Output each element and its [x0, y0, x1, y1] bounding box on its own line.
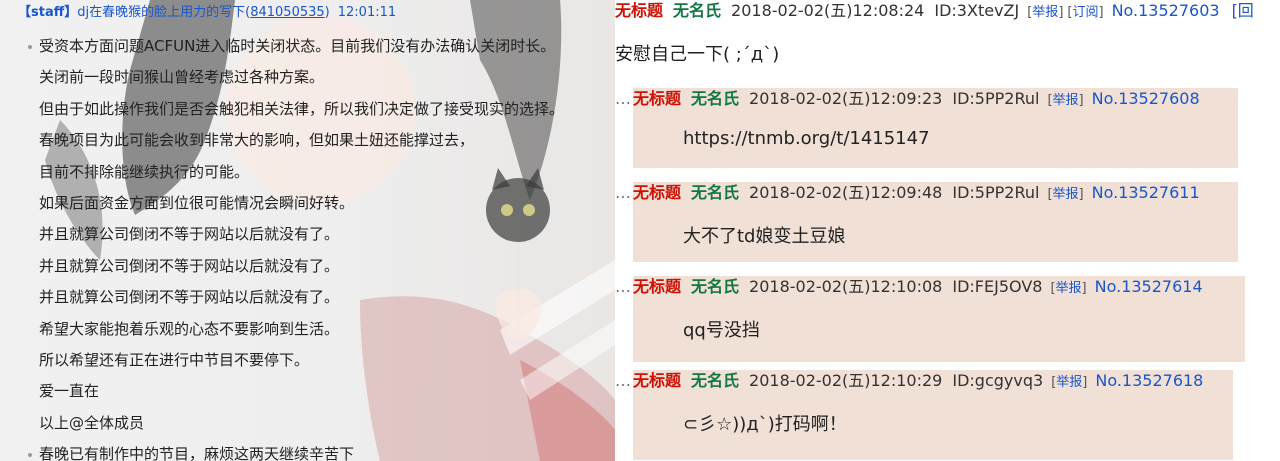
- reply-report-link[interactable]: 举报: [1056, 375, 1082, 390]
- thread-title: 无标题: [615, 1, 664, 20]
- reply-poster-id: ID:5PP2Rul: [952, 89, 1040, 108]
- announcement-line: 并且就算公司倒闭不等于网站以后就没有了。: [0, 251, 564, 282]
- announcement-line: 爱一直在: [0, 376, 564, 407]
- thread-reply-link[interactable]: [回: [1232, 1, 1254, 20]
- reply-post: 无标题 无名氏 2018-02-02(五)12:09:23 ID:5PP2Rul [举报…: [633, 88, 1238, 168]
- announcement-line: 以上@全体成员: [0, 408, 564, 439]
- reply-poster-id: ID:gcgyvq3: [952, 371, 1044, 390]
- announcement-line: 春晚项目为此可能会收到非常大的影响，但如果土妞还能撑过去，: [0, 125, 564, 156]
- reply-title: 无标题: [633, 277, 682, 296]
- announcement-line: 关闭前一段时间猴山曾经考虑过各种方案。: [0, 62, 564, 93]
- announcement-line-text: 所以希望还有正在进行中节目不要停下。: [39, 350, 310, 369]
- reply-header: 无标题 无名氏 2018-02-02(五)12:09:48 ID:5PP2Rul [举报…: [633, 183, 1200, 202]
- thread-header: 无标题 无名氏 2018-02-02(五)12:08:24 ID:3XtevZJ [举报…: [615, 1, 1254, 20]
- announcement-line-text: 但由于如此操作我们是否会触犯相关法律，所以我们决定做了接受现实的选择。: [39, 99, 565, 118]
- reply-body: https://tnmb.org/t/1415147: [683, 128, 930, 149]
- reply-datetime: 2018-02-02(五)12:09:23: [749, 89, 943, 108]
- thread-report-link[interactable]: 举报: [1032, 5, 1058, 20]
- announcement-title: dj在春晚猴的脸上用力的写下: [77, 5, 246, 20]
- announcement-line-text: 并且就算公司倒闭不等于网站以后就没有了。: [39, 288, 340, 307]
- announcement-line: 受资本方面问题ACFUN进入临时关闭状态。目前我们没有办法确认关闭时长。: [0, 31, 564, 62]
- reply-poster-id: ID:5PP2Rul: [952, 183, 1040, 202]
- announcement-time: 12:01:11: [337, 5, 397, 20]
- announcement-line: 春晚已有制作中的节目，麻烦这两天继续辛苦下: [0, 439, 564, 461]
- thread-number[interactable]: No.13527603: [1112, 1, 1220, 20]
- reply-number[interactable]: No.13527614: [1095, 277, 1203, 296]
- announcement-line: 希望大家能抱着乐观的心态不要影响到生活。: [0, 314, 564, 345]
- reply-post: 无标题 无名氏 2018-02-02(五)12:10:08 ID:FEJ5OV8 [举报…: [633, 276, 1245, 362]
- announcement-tag: 【staff】: [18, 5, 78, 20]
- announcement-line: 并且就算公司倒闭不等于网站以后就没有了。: [0, 282, 564, 313]
- announcement-line-text: 受资本方面问题ACFUN进入临时关闭状态。目前我们没有办法确认关闭时长。: [39, 37, 556, 55]
- reply-poster-name: 无名氏: [691, 183, 740, 202]
- announcement-line-text: 春晚项目为此可能会收到非常大的影响，但如果土妞还能撑过去，: [39, 131, 475, 150]
- reply-datetime: 2018-02-02(五)12:10:29: [749, 371, 943, 390]
- announcement-content: 【staff】dj在春晚猴的脸上用力的写下(841050535) 12:01:11…: [0, 0, 615, 461]
- announcement-line-text: 目前不排除能继续执行的可能。: [39, 162, 250, 181]
- reply-post: 无标题 无名氏 2018-02-02(五)12:10:29 ID:gcgyvq3 [举报…: [633, 370, 1233, 460]
- thread-body: 安慰自己一下( ;´д`): [615, 44, 780, 65]
- reply-report-link[interactable]: 举报: [1056, 281, 1082, 296]
- announcement-line-text: 如果后面资金方面到位很可能情况会瞬间好转。: [39, 193, 355, 212]
- announcement-line-text: 关闭前一段时间猴山曾经考虑过各种方案。: [39, 68, 325, 87]
- announcement-lines: 受资本方面问题ACFUN进入临时关闭状态。目前我们没有办法确认关闭时长。 关闭前一…: [0, 31, 564, 461]
- announcement-line: 所以希望还有正在进行中节目不要停下。: [0, 345, 564, 376]
- reply-poster-name: 无名氏: [691, 277, 740, 296]
- reply-poster-id: ID:FEJ5OV8: [952, 277, 1043, 296]
- reply-number[interactable]: No.13527611: [1092, 183, 1200, 202]
- reply-arrow-icon: …: [615, 89, 631, 108]
- announcement-panel: 【staff】dj在春晚猴的脸上用力的写下(841050535) 12:01:11…: [0, 0, 615, 461]
- announcement-qq-link[interactable]: 841050535: [250, 5, 324, 20]
- reply-number[interactable]: No.13527618: [1095, 371, 1203, 390]
- reply-report-link[interactable]: 举报: [1053, 187, 1079, 202]
- reply-body: qq号没挡: [683, 320, 760, 341]
- announcement-line-text: 爱一直在: [39, 382, 100, 401]
- reply-number[interactable]: No.13527608: [1092, 89, 1200, 108]
- announcement-line-text: 并且就算公司倒闭不等于网站以后就没有了。: [39, 256, 340, 275]
- announcement-line: 并且就算公司倒闭不等于网站以后就没有了。: [0, 219, 564, 250]
- bullet-dot-icon: [28, 453, 32, 458]
- thread-poster-name: 无名氏: [673, 1, 722, 20]
- reply-arrow-icon: …: [615, 277, 631, 296]
- reply-arrow-icon: …: [615, 371, 631, 390]
- bullet-dot-icon: [28, 45, 32, 49]
- announcement-line-text: 并且就算公司倒闭不等于网站以后就没有了。: [39, 225, 340, 244]
- reply-report-link[interactable]: 举报: [1053, 93, 1079, 108]
- announcement-line: 如果后面资金方面到位很可能情况会瞬间好转。: [0, 188, 564, 219]
- thread-subscribe-link[interactable]: 订阅: [1072, 5, 1098, 20]
- reply-post: 无标题 无名氏 2018-02-02(五)12:09:48 ID:5PP2Rul [举报…: [633, 182, 1238, 262]
- announcement-line-text: 春晚已有制作中的节目，麻烦这两天继续辛苦下: [39, 445, 355, 461]
- reply-header: 无标题 无名氏 2018-02-02(五)12:10:08 ID:FEJ5OV8 [举报…: [633, 277, 1203, 296]
- reply-poster-name: 无名氏: [691, 89, 740, 108]
- reply-datetime: 2018-02-02(五)12:09:48: [749, 183, 943, 202]
- announcement-header: 【staff】dj在春晚猴的脸上用力的写下(841050535) 12:01:11: [18, 5, 397, 20]
- reply-title: 无标题: [633, 89, 682, 108]
- thread-poster-id: ID:3XtevZJ: [934, 1, 1020, 20]
- announcement-line: 但由于如此操作我们是否会触犯相关法律，所以我们决定做了接受现实的选择。: [0, 94, 564, 125]
- reply-body: ⊂彡☆))д`)打码啊！: [683, 414, 847, 435]
- reply-header: 无标题 无名氏 2018-02-02(五)12:09:23 ID:5PP2Rul [举报…: [633, 89, 1200, 108]
- announcement-line-text: 希望大家能抱着乐观的心态不要影响到生活。: [39, 319, 340, 338]
- announcement-line-text: 以上@全体成员: [39, 413, 145, 432]
- thread-panel: 无标题 无名氏 2018-02-02(五)12:08:24 ID:3XtevZJ [举报…: [615, 0, 1280, 461]
- reply-datetime: 2018-02-02(五)12:10:08: [749, 277, 943, 296]
- announcement-line: 目前不排除能继续执行的可能。: [0, 157, 564, 188]
- reply-body: 大不了td娘变土豆娘: [683, 226, 846, 247]
- reply-arrow-icon: …: [615, 183, 631, 202]
- thread-datetime: 2018-02-02(五)12:08:24: [731, 1, 925, 20]
- reply-title: 无标题: [633, 183, 682, 202]
- reply-poster-name: 无名氏: [691, 371, 740, 390]
- reply-title: 无标题: [633, 371, 682, 390]
- reply-header: 无标题 无名氏 2018-02-02(五)12:10:29 ID:gcgyvq3 [举报…: [633, 371, 1204, 390]
